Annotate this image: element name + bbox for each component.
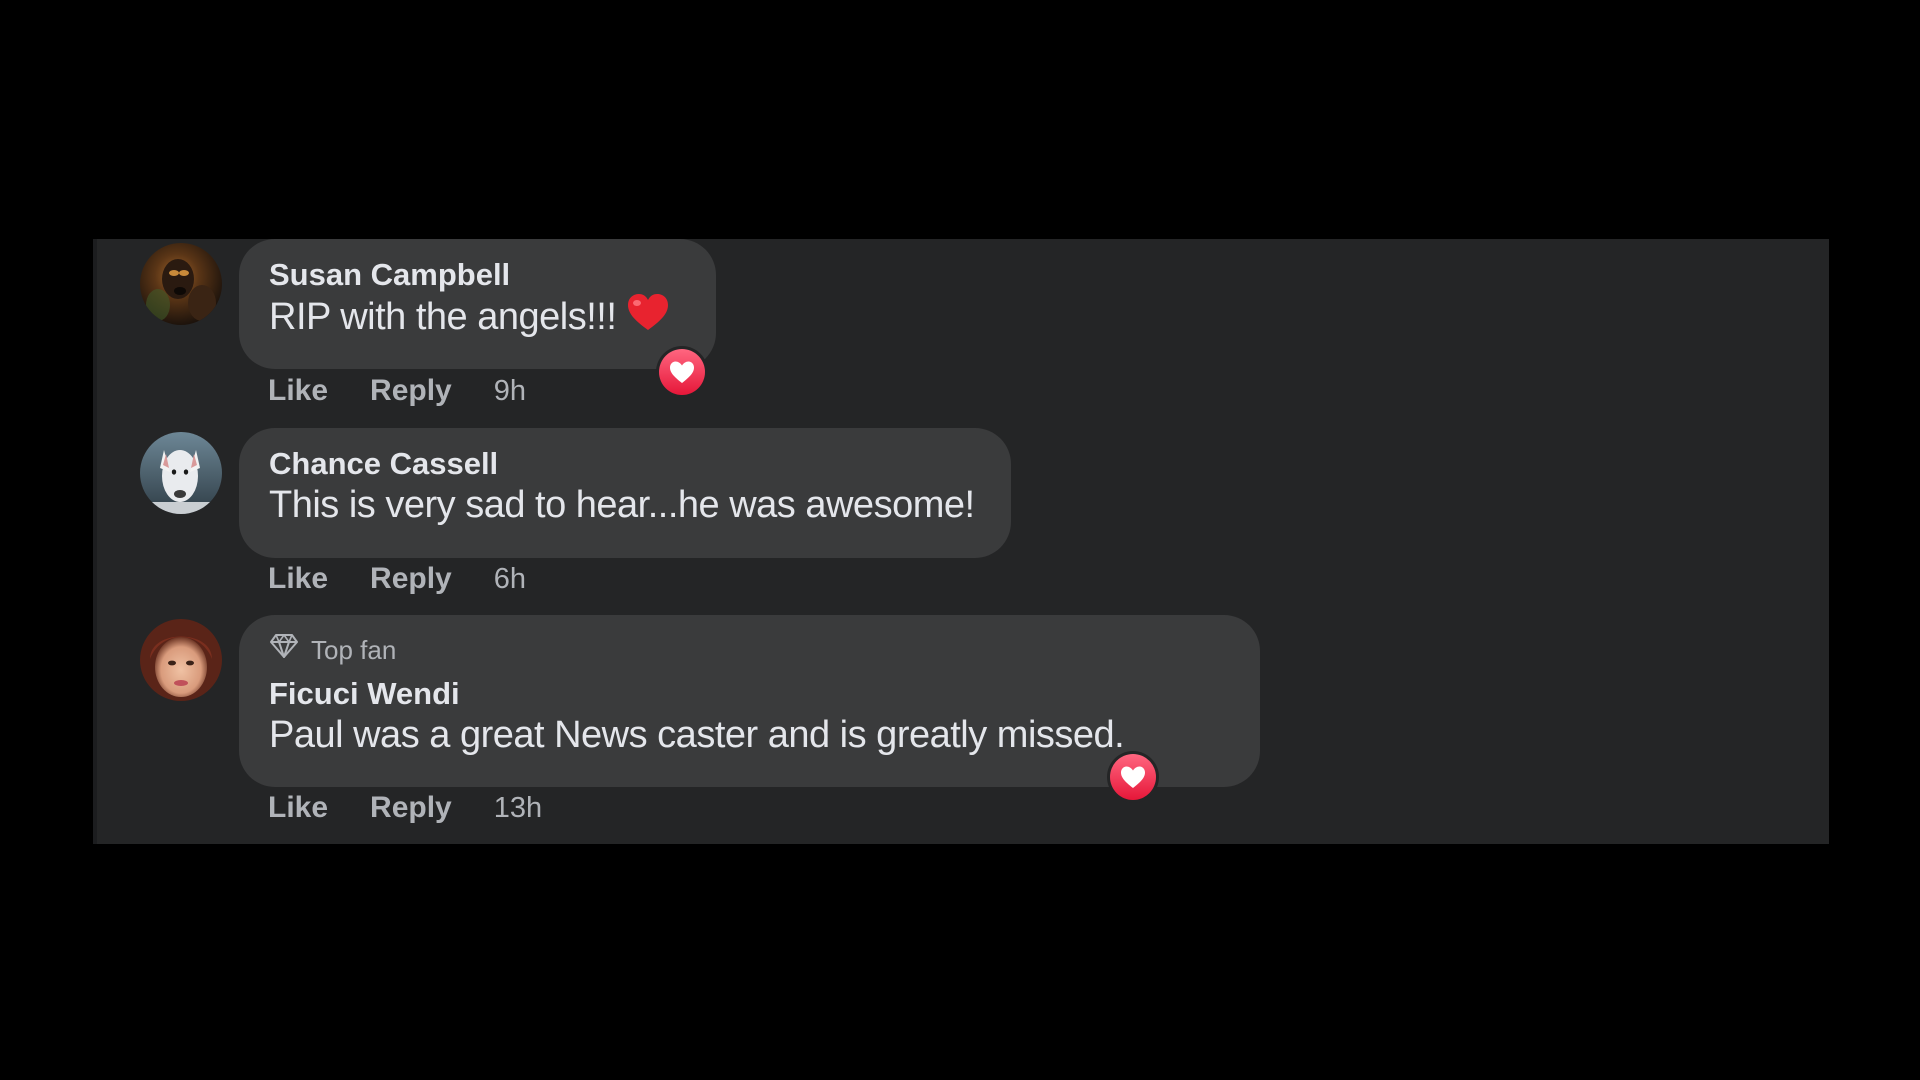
comment-bubble: Top fan Ficuci Wendi Paul was a great Ne… <box>239 615 1260 787</box>
comment-text: Paul was a great News caster and is grea… <box>269 714 1125 756</box>
like-button[interactable]: Like <box>268 791 328 825</box>
comment-author[interactable]: Chance Cassell <box>269 446 981 482</box>
comment-text-body: RIP with the angels!!! <box>269 296 617 338</box>
avatar-photo <box>140 243 222 325</box>
top-fan-badge[interactable]: Top fan <box>269 633 1230 666</box>
avatar-photo <box>140 432 222 514</box>
reply-button[interactable]: Reply <box>370 562 452 596</box>
comment-text: This is very sad to hear...he was awesom… <box>269 484 975 526</box>
reply-button[interactable]: Reply <box>370 374 452 408</box>
comments-panel: Susan Campbell RIP with the angels!!! Li… <box>93 239 1829 844</box>
comment-actions: Like Reply 13h <box>268 791 542 825</box>
like-button[interactable]: Like <box>268 374 328 408</box>
love-reaction-icon[interactable] <box>656 346 708 398</box>
comment-timestamp[interactable]: 6h <box>494 563 526 596</box>
diamond-icon <box>269 633 299 666</box>
avatar-photo <box>140 619 222 701</box>
like-button[interactable]: Like <box>268 562 328 596</box>
avatar[interactable] <box>140 432 222 514</box>
avatar[interactable] <box>140 619 222 701</box>
reply-button[interactable]: Reply <box>370 791 452 825</box>
comment-bubble: Susan Campbell RIP with the angels!!! <box>239 239 716 369</box>
comment-actions: Like Reply 9h <box>268 374 526 408</box>
badge-label: Top fan <box>311 634 397 665</box>
comment-bubble: Chance Cassell This is very sad to hear.… <box>239 428 1011 558</box>
comment-timestamp[interactable]: 13h <box>494 792 542 825</box>
red-heart-emoji-icon <box>626 293 670 344</box>
comment-text: RIP with the angels!!! <box>269 293 686 344</box>
comment-actions: Like Reply 6h <box>268 562 526 596</box>
screenshot-stage: Susan Campbell RIP with the angels!!! Li… <box>0 0 1920 1080</box>
comment-timestamp[interactable]: 9h <box>494 375 526 408</box>
comment-author[interactable]: Ficuci Wendi <box>269 676 1230 712</box>
love-reaction-icon[interactable] <box>1107 751 1159 803</box>
avatar[interactable] <box>140 243 222 325</box>
comment-author[interactable]: Susan Campbell <box>269 257 686 293</box>
panel-edge <box>93 239 97 844</box>
